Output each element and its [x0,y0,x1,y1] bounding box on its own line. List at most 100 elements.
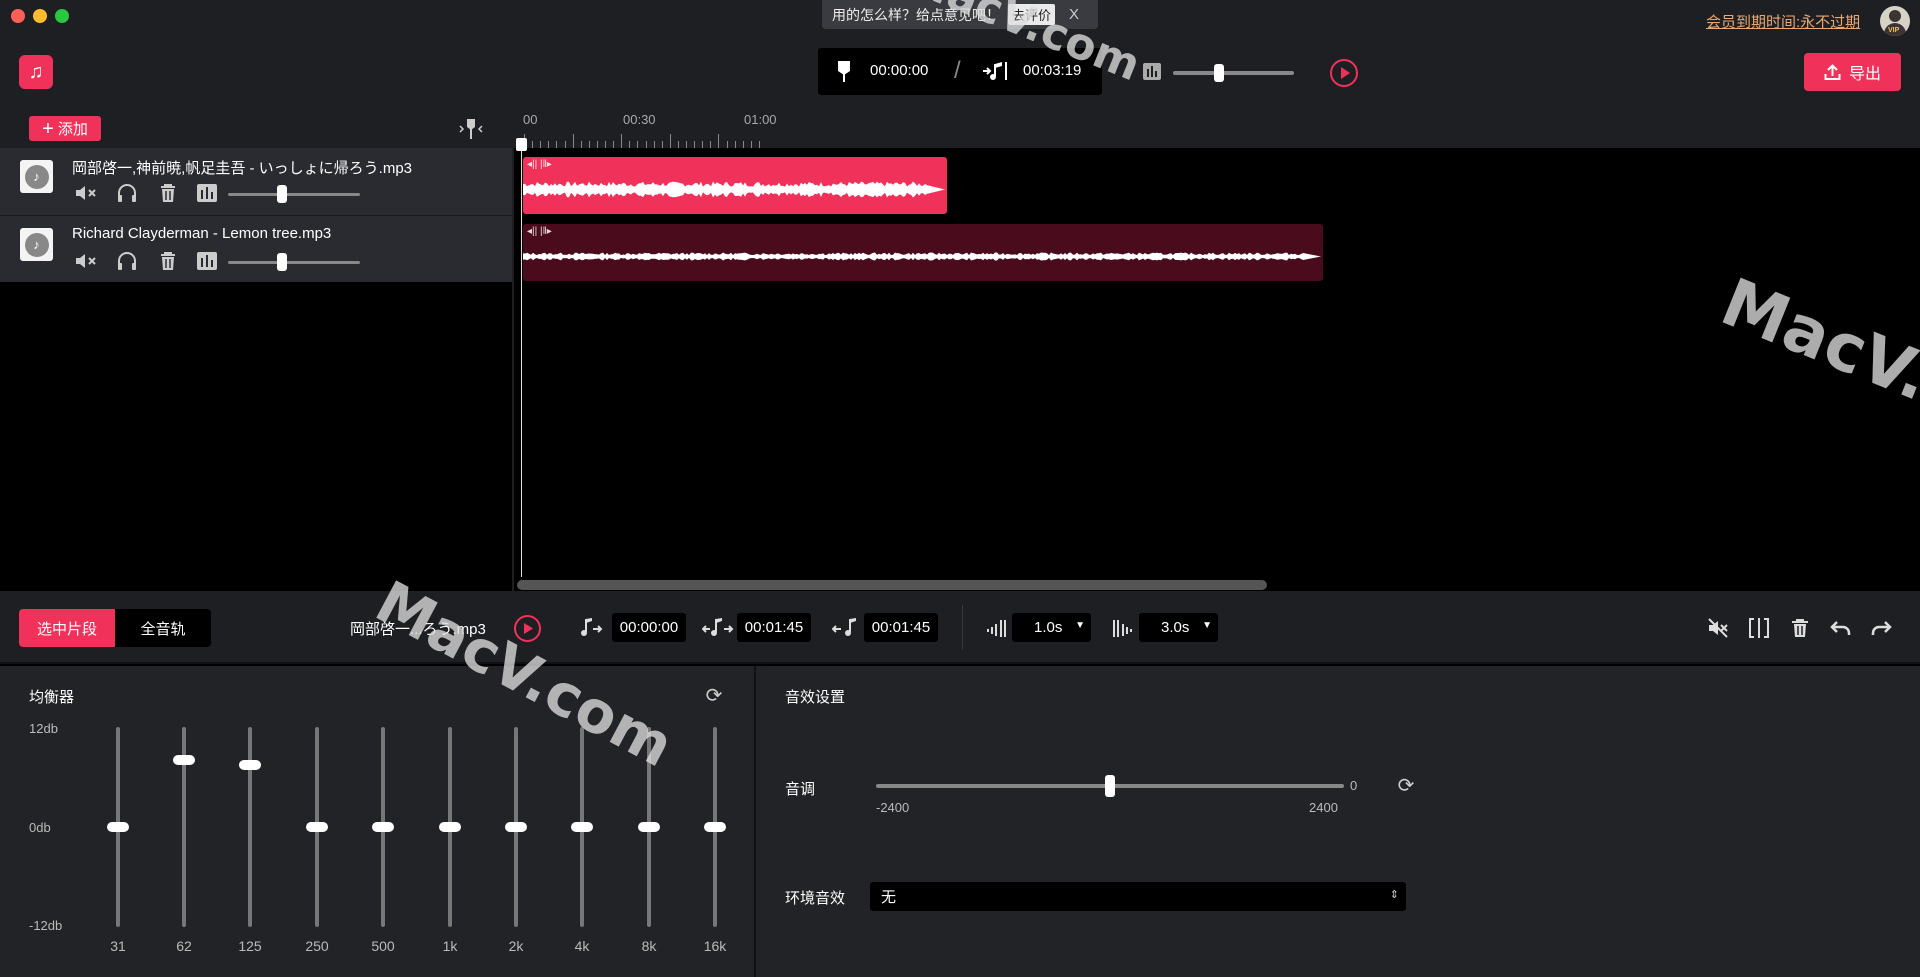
eq-band-slider[interactable] [704,727,726,927]
end-time-icon [832,618,856,636]
eq-band-slider[interactable] [571,727,593,927]
eq-band-label: 500 [371,938,395,954]
eq-band-knob[interactable] [704,822,726,832]
horizontal-scrollbar[interactable] [517,580,1267,590]
pitch-knob[interactable] [1105,775,1115,797]
ruler-tick [572,134,574,148]
ruler-tick [556,141,558,148]
window-close-button[interactable] [11,9,25,23]
eq-band-slider[interactable] [638,727,660,927]
rate-close-button[interactable]: X [1069,6,1079,23]
vip-badge: VIP [1888,27,1900,34]
ruler-tick [734,141,736,148]
track-name: Richard Clayderman - Lemon tree.mp3 [72,225,332,242]
music-note-icon: ♪ [24,164,49,189]
audio-clip[interactable]: ◂|| |‖▸ [523,224,1323,281]
eq-band-knob[interactable] [107,822,129,832]
master-volume-knob[interactable] [1213,64,1224,82]
rate-button[interactable]: 去评价 [1008,4,1056,25]
fade-in-select[interactable]: 1.0s ▼ [1012,613,1091,642]
effects-title: 音效设置 [785,689,846,706]
track-volume-slider[interactable] [228,253,360,271]
play-icon [524,623,533,634]
track-row[interactable]: ♪ 岡部啓一,神前暁,帆足圭吾 - いっしょに帰ろう.mp3 [0,148,512,215]
membership-link[interactable]: 会员到期时间:永不过期 [1706,11,1860,32]
eq-band-knob[interactable] [505,822,527,832]
db-min-label: -12db [29,918,63,933]
tab-whole-track[interactable]: 全音轨 [115,609,211,647]
timeline-ruler[interactable]: 00 00:30 01:00 [514,108,1920,148]
reset-equalizer-icon[interactable]: ⟳ [703,684,725,707]
play-clip-button[interactable] [514,615,541,642]
ruler-tick [694,141,696,148]
eq-band-knob[interactable] [372,822,394,832]
reset-pitch-icon[interactable]: ⟳ [1395,774,1417,797]
ruler-tick [532,141,534,148]
ruler-tick [742,141,744,148]
eq-band-knob[interactable] [239,759,261,770]
track-row[interactable]: ♪ Richard Clayderman - Lemon tree.mp3 [0,215,512,282]
upload-icon [1824,63,1841,80]
track-volume-slider[interactable] [228,185,360,203]
pane-divider[interactable] [512,108,514,591]
eq-band-slider[interactable] [239,727,261,927]
eq-band-slider[interactable] [439,727,461,927]
edit-scope-toggle[interactable]: 选中片段 全音轨 [19,609,211,647]
eq-band-slider[interactable] [372,727,394,927]
ruler-tick [580,141,582,148]
eq-band-slider[interactable] [173,727,195,927]
avatar[interactable]: VIP [1880,6,1910,36]
start-time-field[interactable]: 00:00:00 [612,613,686,642]
play-icon [1341,67,1350,79]
eq-band-knob[interactable] [439,822,461,832]
reverb-value: 无 [881,889,897,906]
redo-icon[interactable] [1869,616,1893,640]
mute-icon[interactable] [74,250,98,272]
ruler-label: 00:30 [623,112,656,127]
window-zoom-button[interactable] [55,9,69,23]
rate-banner-text: 用的怎么样？给点意见吧！ [832,6,1000,23]
eq-band-slider[interactable] [505,727,527,927]
music-note-icon: ♪ [24,232,49,257]
fade-out-select[interactable]: 3.0s ▼ [1139,613,1218,642]
track-thumbnail: ♪ [20,160,53,193]
equalizer-icon[interactable] [195,250,219,272]
waveform [523,252,1321,261]
play-button[interactable] [1330,59,1358,87]
ruler-label: 00 [523,112,538,127]
export-button[interactable]: 导出 [1804,53,1901,91]
locate-marker-icon[interactable] [458,117,484,141]
eq-band-label: 4k [574,938,590,954]
playhead-handle[interactable] [516,138,527,151]
track-volume-knob[interactable] [277,253,288,271]
duration-field[interactable]: 00:01:45 [864,613,938,642]
tab-selected-segment[interactable]: 选中片段 [19,609,115,647]
reverb-select[interactable]: 无 ⇕ [870,882,1406,911]
headphones-icon[interactable] [115,250,139,272]
undo-icon[interactable] [1829,616,1853,640]
end-time-field[interactable]: 00:01:45 [737,613,811,642]
eq-band-slider[interactable] [306,727,328,927]
window-minimize-button[interactable] [33,9,47,23]
audio-clip[interactable]: ◂|| |‖▸ [523,157,947,214]
ruler-tick [540,141,542,148]
master-volume-slider[interactable] [1173,64,1294,82]
ruler-tick [750,141,752,148]
split-icon[interactable] [1747,616,1771,640]
delete-clip-icon[interactable] [1788,616,1812,640]
eq-band-knob[interactable] [306,822,328,832]
eq-band-knob[interactable] [173,755,195,766]
headphones-icon[interactable] [115,182,139,204]
equalizer-icon[interactable] [195,182,219,204]
trash-icon[interactable] [156,182,180,204]
track-name: 岡部啓一,神前暁,帆足圭吾 - いっしょに帰ろう.mp3 [72,160,413,177]
reverb-label: 环境音效 [785,890,846,907]
add-track-button[interactable]: + 添加 [29,116,101,141]
eq-band-slider[interactable] [107,727,129,927]
eq-band-knob[interactable] [571,822,593,832]
trash-icon[interactable] [156,250,180,272]
track-volume-knob[interactable] [277,185,288,203]
mute-icon[interactable] [74,182,98,204]
eq-band-knob[interactable] [638,822,660,832]
mute-clip-icon[interactable] [1706,616,1730,640]
